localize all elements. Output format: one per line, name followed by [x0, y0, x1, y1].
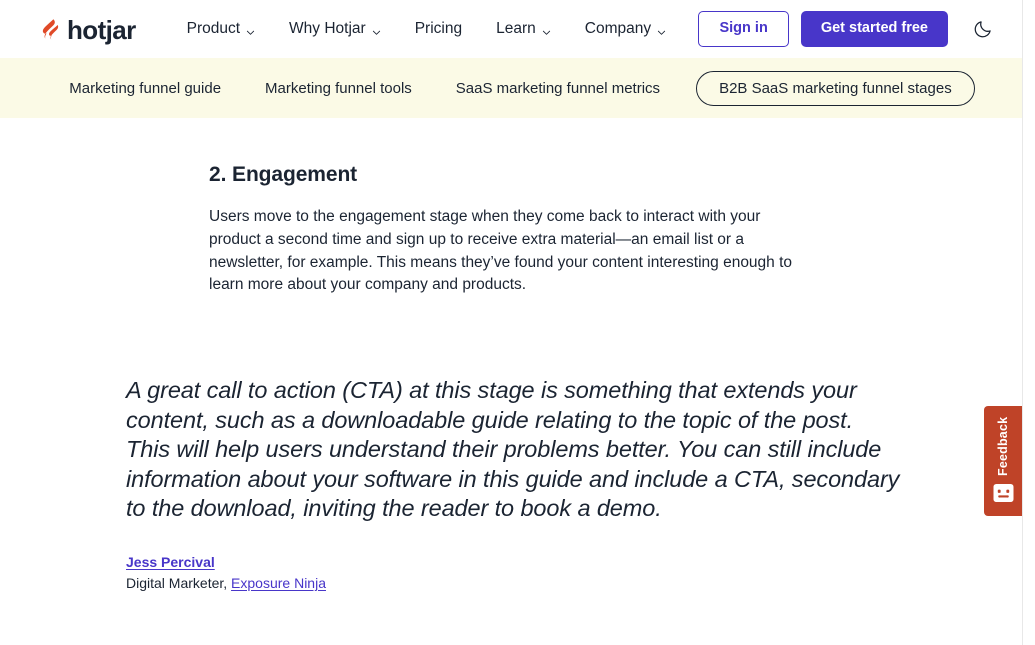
subnav-item-b2b-saas-marketing-funnel-stages[interactable]: B2B SaaS marketing funnel stages [696, 71, 975, 106]
nav-item-product-label: Product [187, 20, 240, 38]
sign-in-button[interactable]: Sign in [698, 11, 788, 47]
nav-item-learn-label: Learn [496, 20, 536, 38]
article-paragraph: Users move to the engagement stage when … [209, 206, 809, 297]
chevron-down-icon [657, 24, 666, 33]
hotjar-flame-icon [40, 18, 61, 41]
feedback-tab-button[interactable]: Feedback [984, 406, 1022, 516]
subnav-item-marketing-funnel-tools[interactable]: Marketing funnel tools [243, 72, 434, 105]
top-navigation-bar: hotjar Product Why Hotjar Pricing Learn [0, 0, 1022, 58]
pull-quote: A great call to action (CTA) at this sta… [126, 376, 901, 524]
nav-item-learn[interactable]: Learn [479, 14, 568, 44]
nav-item-pricing-label: Pricing [415, 20, 462, 38]
nav-item-why-hotjar-label: Why Hotjar [289, 20, 366, 38]
quote-attribution: Jess Percival Digital Marketer, Exposure… [126, 552, 326, 594]
subnav-item-marketing-funnel-guide[interactable]: Marketing funnel guide [47, 72, 243, 105]
chevron-down-icon [372, 24, 381, 33]
chevron-down-icon [246, 24, 255, 33]
nav-item-product[interactable]: Product [170, 14, 272, 44]
chevron-down-icon [542, 24, 551, 33]
feedback-tab-label: Feedback [997, 415, 1010, 477]
get-started-free-button[interactable]: Get started free [801, 11, 948, 47]
subnav-item-saas-marketing-funnel-metrics[interactable]: SaaS marketing funnel metrics [434, 72, 682, 105]
nav-item-company[interactable]: Company [568, 14, 683, 44]
nav-actions: Sign in Get started free [698, 11, 1002, 47]
nav-item-company-label: Company [585, 20, 651, 38]
author-role: Digital Marketer, [126, 575, 231, 591]
hotjar-logo[interactable]: hotjar [40, 16, 136, 42]
nav-item-why-hotjar[interactable]: Why Hotjar [272, 14, 398, 44]
secondary-navigation-bar: Marketing funnel guide Marketing funnel … [0, 58, 1022, 118]
nav-item-pricing[interactable]: Pricing [398, 14, 479, 44]
author-name-link[interactable]: Jess Percival [126, 552, 215, 573]
moon-icon[interactable] [968, 14, 998, 44]
article-content: 2. Engagement Users move to the engageme… [0, 118, 1022, 645]
primary-nav: Product Why Hotjar Pricing Learn [170, 14, 683, 44]
author-company-link[interactable]: Exposure Ninja [231, 575, 326, 591]
page-root: hotjar Product Why Hotjar Pricing Learn [0, 0, 1035, 645]
page-title: 2. Engagement [209, 163, 357, 187]
hotjar-logo-text: hotjar [67, 17, 136, 43]
vertical-scrollbar[interactable] [1022, 0, 1035, 645]
smiley-face-icon [993, 483, 1014, 503]
